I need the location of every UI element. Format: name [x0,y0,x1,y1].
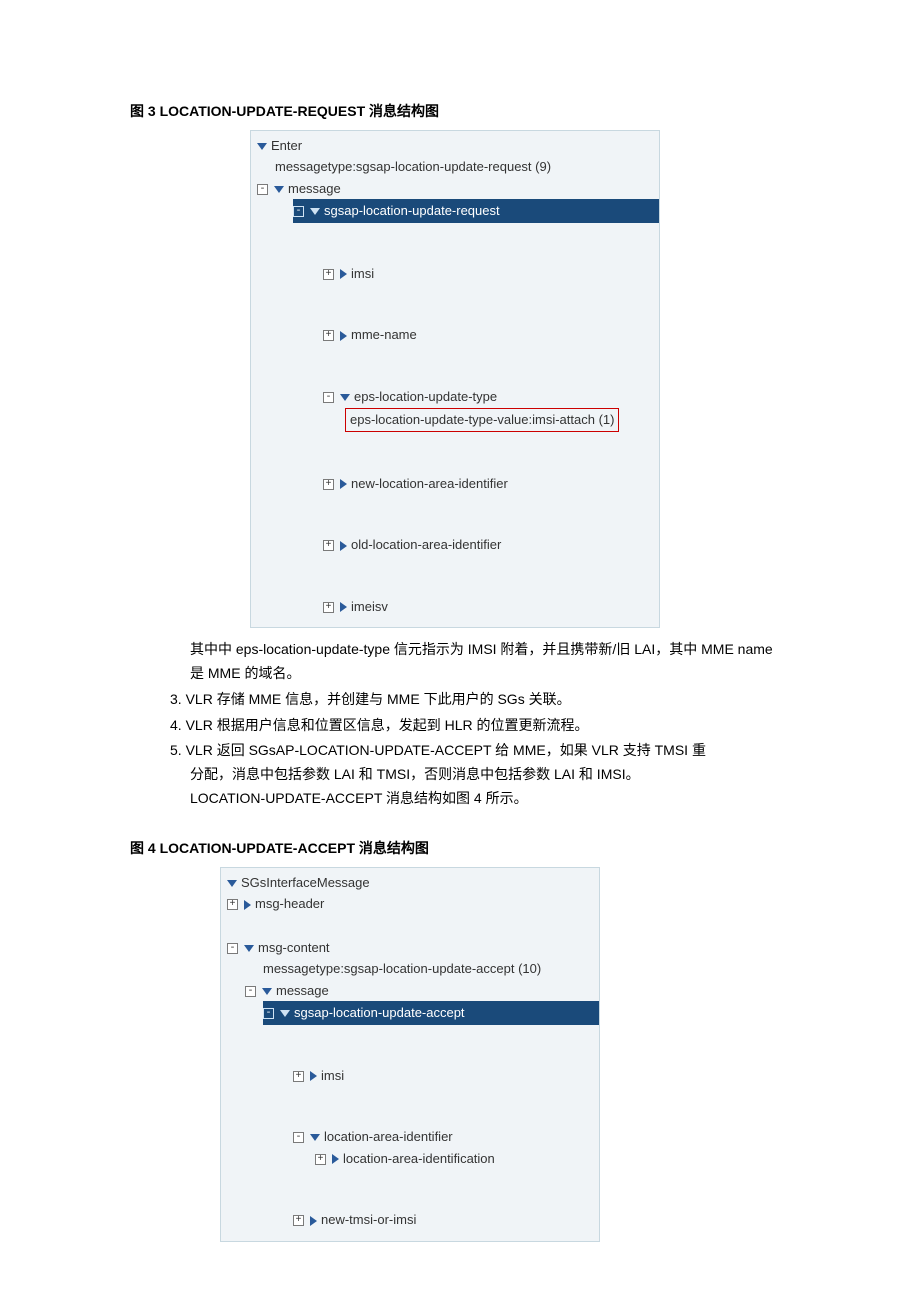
collapse-icon[interactable]: - [263,1008,274,1019]
tree-row[interactable]: - message [245,980,593,1002]
tree-row[interactable]: - eps-location-update-type [323,386,653,408]
node-label: eps-location-update-type [354,389,497,404]
expand-icon[interactable]: + [323,330,334,341]
triangle-right-icon [340,602,347,612]
tree-row[interactable]: - location-area-identifier [293,1126,593,1148]
node-label: msg-content [258,940,330,955]
triangle-down-icon [310,208,320,215]
highlighted-value: eps-location-update-type-value:imsi-atta… [345,408,619,432]
node-label: messagetype:sgsap-location-update-reques… [275,159,551,174]
triangle-right-icon [310,1216,317,1226]
triangle-right-icon [340,331,347,341]
tree-row[interactable]: - message [257,178,653,200]
node-label: location-area-identifier [324,1129,453,1144]
node-label: Enter [271,138,302,153]
triangle-down-icon [310,1134,320,1141]
expand-icon[interactable]: + [227,899,238,910]
list-item-5-cont: 分配，消息中包括参数 LAI 和 TMSI，否则消息中包括参数 LAI 和 IM… [190,763,790,787]
tree-row: eps-location-update-type-value:imsi-atta… [345,407,653,433]
triangle-down-icon [280,1010,290,1017]
tree-row[interactable]: + imsi [323,263,653,285]
node-label: messagetype:sgsap-location-update-accept… [263,961,541,976]
selected-tree-row[interactable]: - sgsap-location-update-request [293,199,659,223]
expand-icon[interactable]: + [315,1154,326,1165]
list-item-3: 3. VLR 存储 MME 信息，并创建与 MME 下此用户的 SGs 关联。 [170,688,790,712]
collapse-icon[interactable]: - [293,1132,304,1143]
triangle-right-icon [332,1154,339,1164]
tree-row[interactable]: Enter [257,135,653,157]
tree-row[interactable]: - msg-content [227,937,593,959]
triangle-down-icon [227,880,237,887]
tree-row[interactable]: + old-location-area-identifier [323,534,653,556]
tree-row[interactable]: SGsInterfaceMessage [227,872,593,894]
figure-4-caption: 图 4 LOCATION-UPDATE-ACCEPT 消息结构图 [130,837,790,861]
node-label: imsi [351,266,374,281]
tree-row[interactable]: + mme-name [323,324,653,346]
triangle-down-icon [244,945,254,952]
node-label: imeisv [351,599,388,614]
tree-row: messagetype:sgsap-location-update-reques… [275,156,653,178]
expand-icon[interactable]: + [323,479,334,490]
node-label: new-location-area-identifier [351,476,508,491]
collapse-icon[interactable]: - [323,392,334,403]
collapse-icon[interactable]: - [257,184,268,195]
node-label: message [288,181,341,196]
node-label: sgsap-location-update-request [324,203,500,218]
triangle-right-icon [340,479,347,489]
selected-tree-row[interactable]: - sgsap-location-update-accept [263,1001,599,1025]
list-item-5: 5. VLR 返回 SGsAP-LOCATION-UPDATE-ACCEPT 给… [170,739,790,763]
expand-icon[interactable]: + [293,1215,304,1226]
node-label: message [276,983,329,998]
triangle-down-icon [340,394,350,401]
triangle-right-icon [340,541,347,551]
tree-row[interactable]: + location-area-identification [315,1148,593,1170]
node-label: SGsInterfaceMessage [241,875,370,890]
expand-icon[interactable]: + [323,269,334,280]
triangle-down-icon [274,186,284,193]
tree-row[interactable]: + new-tmsi-or-imsi [293,1209,593,1231]
triangle-right-icon [244,900,251,910]
expand-icon[interactable]: + [323,602,334,613]
node-label: mme-name [351,327,417,342]
triangle-right-icon [310,1071,317,1081]
tree-row[interactable]: + new-location-area-identifier [323,473,653,495]
node-label: location-area-identification [343,1151,495,1166]
triangle-right-icon [340,269,347,279]
list-item-5-cont: LOCATION-UPDATE-ACCEPT 消息结构如图 4 所示。 [190,787,790,811]
node-label: new-tmsi-or-imsi [321,1212,416,1227]
triangle-down-icon [262,988,272,995]
expand-icon[interactable]: + [293,1071,304,1082]
triangle-down-icon [257,143,267,150]
expand-icon[interactable]: + [323,540,334,551]
collapse-icon[interactable]: - [293,206,304,217]
tree-row[interactable]: + msg-header [227,893,593,915]
node-label: old-location-area-identifier [351,537,501,552]
collapse-icon[interactable]: - [245,986,256,997]
tree-row: messagetype:sgsap-location-update-accept… [263,958,593,980]
tree-row[interactable]: + imeisv [323,596,653,618]
node-label: sgsap-location-update-accept [294,1005,465,1020]
tree-row[interactable]: + imsi [293,1065,593,1087]
node-label: msg-header [255,896,324,911]
figure-3-caption: 图 3 LOCATION-UPDATE-REQUEST 消息结构图 [130,100,790,124]
node-label: imsi [321,1068,344,1083]
paragraph: 其中中 eps-location-update-type 信元指示为 IMSI … [190,638,790,686]
figure-3-tree-panel: Enter messagetype:sgsap-location-update-… [250,130,660,629]
figure-4-tree-panel: SGsInterfaceMessage + msg-header - msg-con… [220,867,600,1242]
collapse-icon[interactable]: - [227,943,238,954]
list-item-4: 4. VLR 根据用户信息和位置区信息，发起到 HLR 的位置更新流程。 [170,714,790,738]
